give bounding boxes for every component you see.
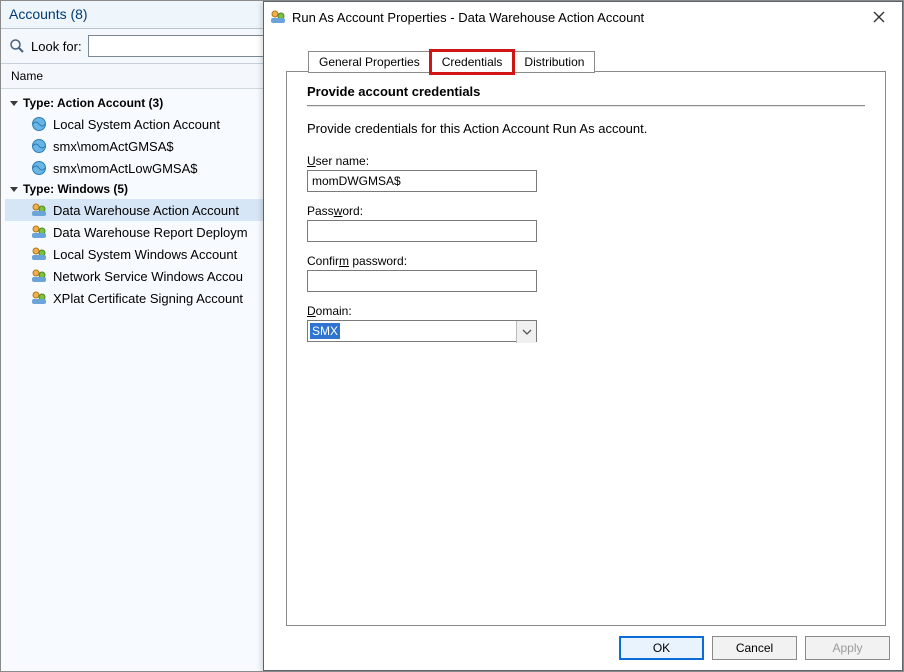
password-input[interactable] xyxy=(307,220,537,242)
accounts-header: Accounts (8) xyxy=(1,1,300,29)
domain-combobox[interactable]: SMX xyxy=(307,320,537,342)
account-globe-icon xyxy=(31,160,47,176)
tree-item-label: Data Warehouse Action Account xyxy=(53,203,239,218)
tab-general-properties[interactable]: General Properties xyxy=(308,51,431,73)
account-globe-icon xyxy=(31,116,47,132)
confirm-password-input[interactable] xyxy=(307,270,537,292)
accounts-pane: Accounts (8) Look for: Name Type: Action… xyxy=(1,1,301,671)
password-label: Password:Password: xyxy=(307,204,865,218)
lookfor-input[interactable] xyxy=(88,35,292,57)
tree-group-action[interactable]: Type: Action Account (3) xyxy=(5,93,300,113)
tree-item-label: Local System Windows Account xyxy=(53,247,237,262)
ok-button[interactable]: OK xyxy=(619,636,704,660)
tree-item[interactable]: XPlat Certificate Signing Account xyxy=(5,287,300,309)
account-users-icon xyxy=(31,290,47,306)
tree-item-label: smx\momActLowGMSA$ xyxy=(53,161,197,176)
domain-value: SMX xyxy=(310,323,340,339)
tab-credentials[interactable]: Credentials xyxy=(431,51,514,73)
tree-item-label: Local System Action Account xyxy=(53,117,220,132)
section-title: Provide account credentials xyxy=(307,80,865,105)
chevron-down-icon xyxy=(9,98,19,108)
tab-distribution[interactable]: Distribution xyxy=(513,51,595,73)
lookfor-label: Look for: xyxy=(31,39,82,54)
accounts-tree: Type: Action Account (3) Local System Ac… xyxy=(1,89,300,309)
apply-button: Apply xyxy=(805,636,890,660)
domain-label: Domain:Domain: xyxy=(307,304,865,318)
tree-item-label: Data Warehouse Report Deploym xyxy=(53,225,248,240)
cancel-button[interactable]: Cancel xyxy=(712,636,797,660)
divider xyxy=(307,105,865,107)
section-description: Provide credentials for this Action Acco… xyxy=(307,121,865,136)
tree-item-label: XPlat Certificate Signing Account xyxy=(53,291,243,306)
username-label: UUser name:ser name: xyxy=(307,154,865,168)
runas-properties-dialog: Run As Account Properties - Data Warehou… xyxy=(263,1,903,671)
chevron-down-icon xyxy=(9,184,19,194)
tree-item[interactable]: smx\momActLowGMSA$ xyxy=(5,157,300,179)
account-users-icon xyxy=(31,268,47,284)
tree-item[interactable]: smx\momActGMSA$ xyxy=(5,135,300,157)
account-users-icon xyxy=(31,224,47,240)
tree-item[interactable]: Data Warehouse Report Deploym xyxy=(5,221,300,243)
tree-item[interactable]: Data Warehouse Action Account xyxy=(5,199,300,221)
account-users-icon xyxy=(31,246,47,262)
search-icon xyxy=(9,38,25,54)
name-column-header[interactable]: Name xyxy=(1,64,300,89)
confirm-password-label: Confirm password:Confirm password: xyxy=(307,254,865,268)
dialog-title: Run As Account Properties - Data Warehou… xyxy=(292,10,644,25)
tree-item-label: smx\momActGMSA$ xyxy=(53,139,174,154)
tree-group-label: Type: Action Account (3) xyxy=(23,96,163,110)
tree-item[interactable]: Local System Action Account xyxy=(5,113,300,135)
tree-group-label: Type: Windows (5) xyxy=(23,182,128,196)
tab-page-credentials: Provide account credentials Provide cred… xyxy=(286,71,886,626)
dialog-icon xyxy=(270,9,286,25)
chevron-down-icon[interactable] xyxy=(516,321,536,343)
tree-group-windows[interactable]: Type: Windows (5) xyxy=(5,179,300,199)
username-input[interactable] xyxy=(307,170,537,192)
close-button[interactable] xyxy=(862,5,896,29)
account-users-icon xyxy=(31,202,47,218)
tree-item[interactable]: Local System Windows Account xyxy=(5,243,300,265)
close-icon xyxy=(873,11,885,23)
tree-item[interactable]: Network Service Windows Accou xyxy=(5,265,300,287)
account-globe-icon xyxy=(31,138,47,154)
tree-item-label: Network Service Windows Accou xyxy=(53,269,243,284)
